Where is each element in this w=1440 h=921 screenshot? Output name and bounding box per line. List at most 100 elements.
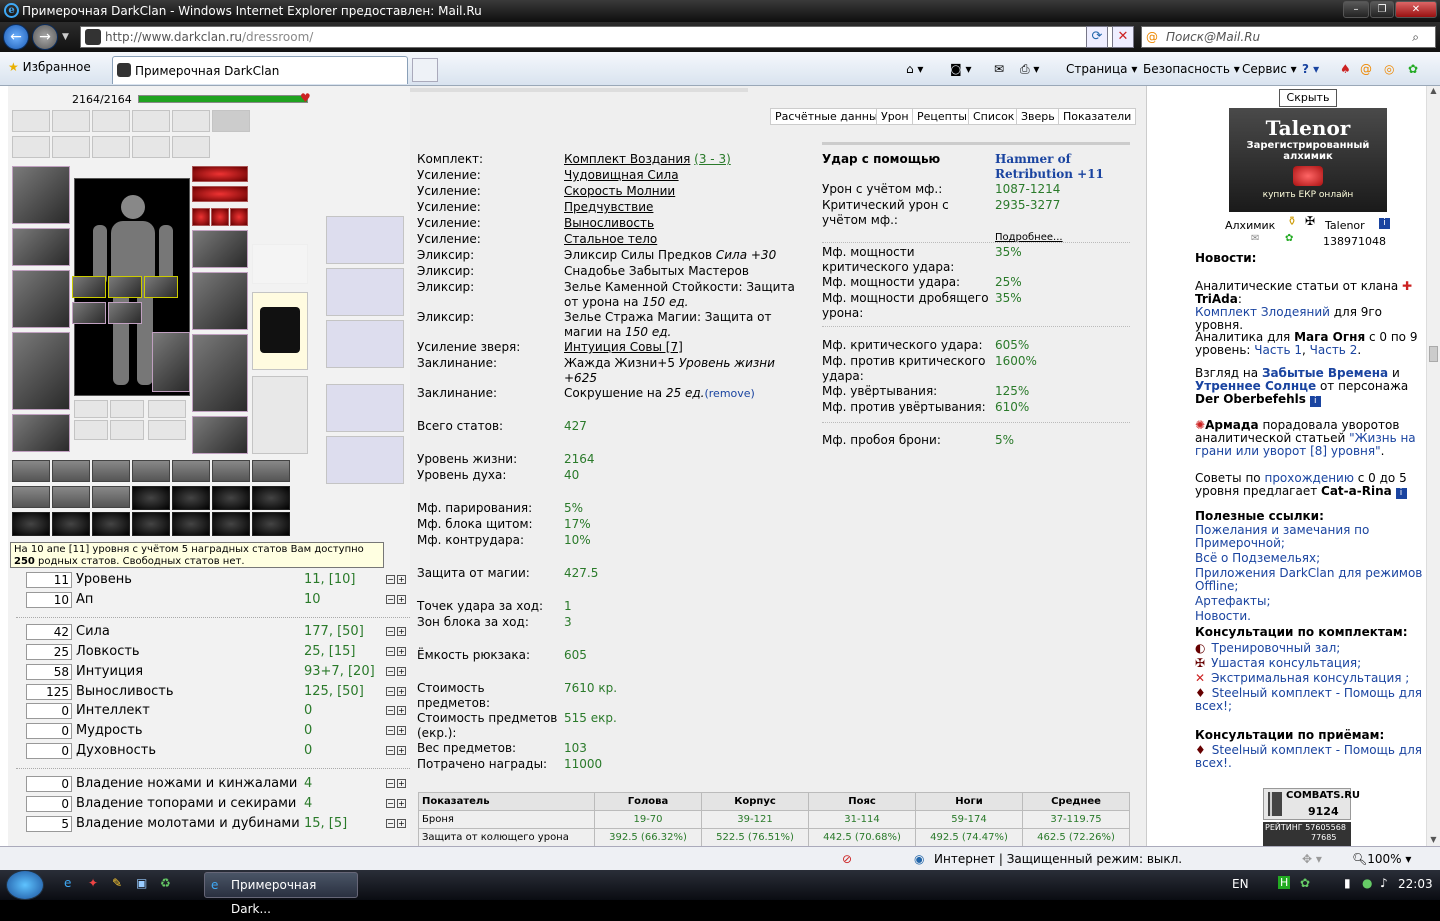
minus-icon[interactable]: − — [386, 686, 395, 696]
necklace-slot[interactable] — [252, 244, 308, 284]
rune-cell[interactable] — [212, 460, 250, 482]
plus-icon[interactable]: + — [397, 779, 406, 789]
armor-slot[interactable] — [12, 332, 70, 410]
small-slot[interactable] — [110, 400, 144, 418]
skull-cell[interactable] — [52, 512, 90, 536]
scroll-slot[interactable] — [52, 136, 90, 158]
quicklaunch-ie-icon[interactable]: e — [64, 876, 71, 890]
plus-icon[interactable]: + — [397, 818, 406, 828]
minus-icon[interactable]: − — [386, 594, 395, 604]
scroll-effect-slot[interactable] — [326, 268, 404, 316]
stat-input[interactable]: 10 — [26, 591, 72, 608]
maximize-button[interactable]: ❐ — [1370, 1, 1394, 18]
tab-list[interactable]: Список — [968, 108, 1020, 125]
boost-link[interactable]: Скорость Молнии — [564, 184, 675, 199]
small-slot[interactable] — [110, 420, 144, 440]
plus-icon[interactable]: + — [397, 575, 406, 584]
minus-icon[interactable]: − — [386, 647, 395, 657]
plus-icon[interactable]: + — [397, 594, 406, 604]
favorites-button[interactable]: ★ Избранное — [8, 60, 91, 74]
help-icon[interactable]: ? ▾ — [1302, 62, 1319, 76]
rune-slot[interactable] — [108, 302, 142, 324]
magnifier-icon[interactable]: ⌕ — [1412, 27, 1419, 47]
skull-cell[interactable] — [12, 512, 50, 536]
rune-cell[interactable] — [92, 460, 130, 482]
sidebar-link[interactable]: Всё о Подземельях; — [1195, 551, 1320, 565]
stat-input[interactable]: 0 — [26, 722, 72, 739]
icq-icon[interactable]: ✿ — [1408, 62, 1418, 76]
spade-icon[interactable]: ♠ — [1340, 62, 1351, 76]
start-button[interactable] — [6, 870, 44, 900]
plus-icon[interactable]: + — [397, 627, 406, 637]
sidebar-link[interactable]: Экстримальная консультация ; — [1211, 671, 1409, 685]
print-icon[interactable]: ⎙ ▾ — [1020, 62, 1039, 77]
plus-icon[interactable]: + — [397, 799, 406, 808]
minus-icon[interactable]: − — [386, 706, 395, 716]
page-scrollbar[interactable]: ▲ ▼ — [1426, 86, 1440, 846]
stat-input[interactable]: 0 — [26, 703, 72, 720]
zoom-control[interactable]: 🔍︎100% ▾ — [1352, 847, 1411, 871]
forward-button[interactable]: → — [32, 24, 58, 50]
tray-icon[interactable]: H — [1278, 876, 1291, 889]
plus-icon[interactable]: + — [397, 706, 406, 716]
news-link[interactable]: Часть 1 — [1254, 343, 1302, 357]
scroll-slot[interactable] — [172, 110, 210, 132]
home-icon[interactable]: ⌂ ▾ — [906, 62, 923, 76]
stat-input[interactable]: 25 — [26, 644, 72, 661]
info-icon[interactable]: i — [1395, 488, 1407, 499]
weapon-slot[interactable] — [12, 270, 70, 328]
clock[interactable]: 22:03 — [1398, 877, 1433, 891]
news-link[interactable]: прохождению — [1264, 471, 1353, 485]
combats-counter[interactable]: COMBATS.RU 9124 — [1263, 788, 1360, 820]
boost-link[interactable]: Предчувствие — [564, 200, 653, 215]
minus-icon[interactable]: − — [386, 575, 395, 584]
pose-slot[interactable] — [326, 436, 404, 484]
skull-cell[interactable] — [252, 512, 290, 536]
news-link[interactable]: Утреннее Солнце — [1195, 379, 1316, 393]
rune-cell[interactable] — [52, 486, 90, 508]
rss-icon[interactable]: ◙ ▾ — [950, 62, 971, 76]
mail-icon[interactable]: ✉ — [994, 62, 1004, 76]
cloak-slot[interactable] — [252, 376, 308, 454]
pet-slot[interactable] — [152, 332, 190, 392]
info-icon[interactable]: i — [1309, 396, 1321, 407]
rune-slot[interactable] — [72, 302, 106, 324]
rune-cell[interactable] — [252, 460, 290, 482]
tools-menu[interactable]: Сервис ▾ — [1242, 62, 1297, 76]
scroll-down-icon[interactable]: ▼ — [1427, 835, 1440, 844]
helmet-slot[interactable] — [12, 166, 70, 224]
stop-icon[interactable]: ✕ — [1112, 26, 1134, 48]
stat-input[interactable]: 125 — [26, 683, 72, 700]
quicklaunch-icon[interactable]: ♻ — [160, 876, 171, 890]
taskbar-ie-window[interactable]: e Примерочная Dark... — [204, 872, 358, 916]
scroll-slot[interactable] — [132, 110, 170, 132]
tray-icon[interactable]: ✿ — [1300, 876, 1310, 890]
ring-slot[interactable] — [108, 276, 142, 298]
amulet-slot[interactable] — [192, 186, 248, 202]
minus-icon[interactable]: − — [386, 627, 395, 637]
tab-calc[interactable]: Расчётные данные — [770, 108, 890, 125]
pose-slot[interactable] — [326, 384, 404, 432]
belt-slot[interactable] — [12, 414, 70, 452]
scroll-slot[interactable] — [132, 136, 170, 158]
stat-input[interactable]: 58 — [26, 663, 72, 680]
news-link[interactable]: Забытые Времена — [1262, 366, 1388, 380]
minus-icon[interactable]: − — [386, 779, 395, 789]
minus-icon[interactable]: − — [386, 799, 395, 808]
odnoklassniki-icon[interactable]: ◎ — [1384, 62, 1394, 76]
skull-cell[interactable] — [132, 486, 170, 510]
boots-slot[interactable] — [192, 416, 248, 454]
nav-dropdown-icon[interactable]: ▼ — [62, 32, 69, 42]
ring-left-slot[interactable] — [192, 208, 210, 226]
sidebar-link[interactable]: Steelный комплект - Помощь для всех!. — [1195, 743, 1422, 770]
info-icon[interactable]: i — [1379, 218, 1390, 229]
scroll-up-icon[interactable]: ▲ — [1427, 86, 1440, 95]
mailru-icon[interactable]: @ — [1360, 62, 1372, 76]
boost-link[interactable]: Чудовищная Сила — [564, 168, 679, 183]
bracers-slot[interactable] — [12, 228, 70, 266]
volume-icon[interactable]: ♪ — [1380, 876, 1388, 890]
minus-icon[interactable]: − — [386, 745, 395, 755]
skull-cell[interactable] — [172, 486, 210, 510]
skull-cell[interactable] — [212, 486, 250, 510]
refresh-icon[interactable]: ⟳ — [1086, 26, 1108, 48]
